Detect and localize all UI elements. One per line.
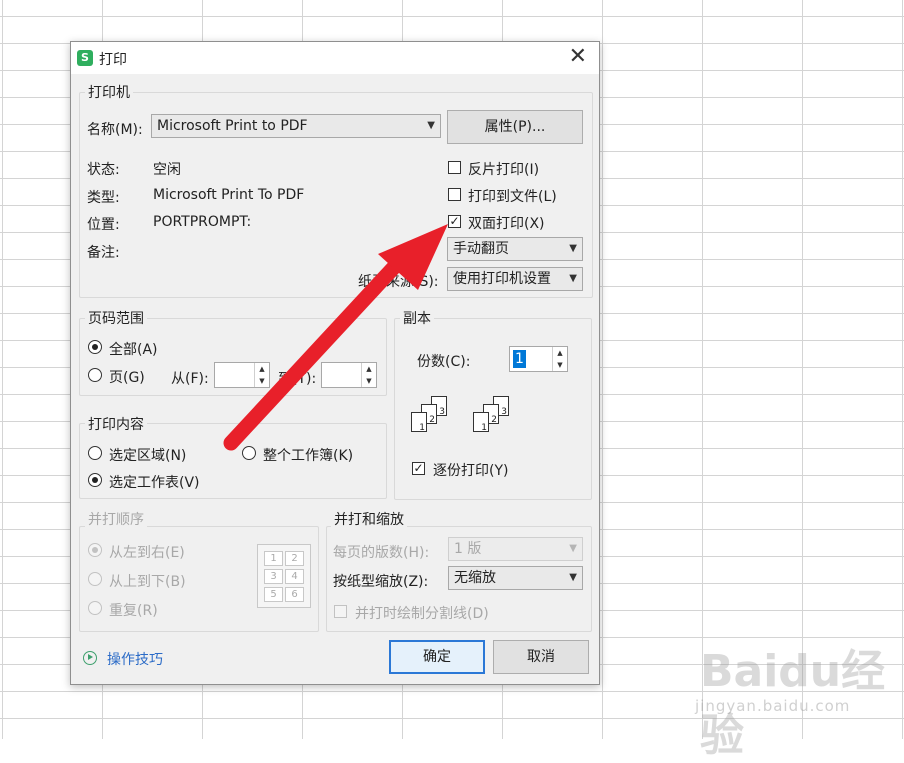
- duplex-print-checkbox[interactable]: ✓: [448, 215, 461, 228]
- scale-to-paper-value: 无缩放: [454, 570, 496, 586]
- page-from-stepper[interactable]: ▲ ▼: [214, 362, 270, 388]
- wps-sheet-icon: S: [77, 50, 93, 66]
- scale-to-paper-label: 按纸型缩放(Z):: [333, 574, 429, 590]
- page-range-all-label[interactable]: 全部(A): [109, 339, 158, 359]
- printer-comment-label: 备注:: [87, 245, 120, 261]
- reverse-print-checkbox[interactable]: [448, 161, 461, 174]
- printer-name-select[interactable]: Microsoft Print to PDF ▼: [151, 114, 441, 138]
- tips-link[interactable]: 操作技巧: [107, 649, 163, 669]
- page-from-label: 从(F):: [171, 371, 209, 387]
- chevron-down-icon: ▼: [427, 120, 435, 131]
- ok-button[interactable]: 确定: [389, 640, 485, 674]
- play-circle-icon[interactable]: [83, 651, 97, 665]
- draw-borders-label[interactable]: 并打时绘制分割线(D): [355, 603, 489, 623]
- print-order-preview: 1 2 3 4 5 6: [257, 544, 311, 608]
- stepper-arrows-icon[interactable]: ▲ ▼: [552, 347, 567, 371]
- scale-to-paper-select[interactable]: 无缩放 ▼: [448, 566, 583, 590]
- page-range-group-label: 页码范围: [85, 308, 147, 328]
- print-workbook-radio[interactable]: [242, 446, 256, 460]
- duplex-print-label[interactable]: 双面打印(X): [468, 213, 545, 233]
- print-order-group-label: 并打顺序: [85, 509, 147, 529]
- collated-copies-icon: 3 2 1: [473, 396, 523, 438]
- order-cell: 3: [264, 569, 283, 584]
- chevron-down-icon: ▼: [569, 243, 577, 254]
- printer-properties-button[interactable]: 属性(P)...: [447, 110, 583, 144]
- order-top-bottom-label[interactable]: 从上到下(B): [109, 571, 186, 591]
- dialog-titlebar: S 打印 ✕: [71, 42, 599, 74]
- baidu-watermark-url: jingyan.baidu.com: [695, 697, 851, 715]
- stepper-arrows-icon[interactable]: ▲ ▼: [361, 363, 376, 387]
- order-left-right-radio[interactable]: [88, 543, 102, 557]
- chevron-down-icon: ▼: [569, 273, 577, 284]
- page-to-label: 到(T):: [278, 371, 317, 387]
- chevron-down-icon: ▼: [569, 572, 577, 583]
- order-cell: 1: [264, 551, 283, 566]
- order-cell: 5: [264, 587, 283, 602]
- printer-type-label: 类型:: [87, 190, 120, 206]
- scaling-group-label: 并打和缩放: [331, 509, 407, 529]
- cancel-button[interactable]: 取消: [493, 640, 589, 674]
- page-1-icon: 1: [473, 412, 489, 433]
- printer-location-label: 位置:: [87, 217, 120, 233]
- chevron-down-icon: ▼: [569, 543, 577, 554]
- duplex-mode-select[interactable]: 手动翻页 ▼: [447, 237, 583, 261]
- paper-source-label: 纸张来源(S):: [358, 274, 439, 290]
- page-range-all-radio[interactable]: [88, 340, 102, 354]
- duplex-mode-value: 手动翻页: [453, 241, 509, 257]
- order-cell: 2: [285, 551, 304, 566]
- page-range-pages-label[interactable]: 页(G): [109, 367, 145, 387]
- printer-type-value: Microsoft Print To PDF: [153, 187, 305, 203]
- reverse-print-label[interactable]: 反片打印(I): [468, 159, 539, 179]
- order-repeat-label[interactable]: 重复(R): [109, 600, 158, 620]
- collated-copies-icon: 3 2 1: [411, 396, 461, 438]
- print-content-group-label: 打印内容: [85, 414, 147, 434]
- order-repeat-radio[interactable]: [88, 601, 102, 615]
- stepper-arrows-icon[interactable]: ▲ ▼: [254, 363, 269, 387]
- order-cell: 6: [285, 587, 304, 602]
- copies-count-value[interactable]: 1: [513, 350, 526, 368]
- page-range-pages-radio[interactable]: [88, 368, 102, 382]
- print-selected-sheet-label[interactable]: 选定工作表(V): [109, 472, 200, 492]
- print-selected-sheet-radio[interactable]: [88, 473, 102, 487]
- pages-per-sheet-value: 1 版: [454, 541, 482, 557]
- page-to-stepper[interactable]: ▲ ▼: [321, 362, 377, 388]
- order-top-bottom-radio[interactable]: [88, 572, 102, 586]
- print-to-file-checkbox[interactable]: [448, 188, 461, 201]
- copies-count-label: 份数(C):: [417, 354, 471, 370]
- paper-source-value: 使用打印机设置: [453, 271, 551, 287]
- print-dialog: S 打印 ✕ 打印机 名称(M): Microsoft Print to PDF…: [70, 41, 600, 685]
- printer-status-label: 状态:: [87, 162, 120, 178]
- printer-name-label: 名称(M):: [87, 122, 143, 138]
- order-left-right-label[interactable]: 从左到右(E): [109, 542, 185, 562]
- paper-source-select[interactable]: 使用打印机设置 ▼: [447, 267, 583, 291]
- collate-label[interactable]: 逐份打印(Y): [433, 460, 508, 480]
- copies-count-stepper[interactable]: 1 ▲ ▼: [509, 346, 568, 372]
- order-cell: 4: [285, 569, 304, 584]
- printer-location-value: PORTPROMPT:: [153, 214, 252, 230]
- collate-checkbox[interactable]: ✓: [412, 462, 425, 475]
- page-1-icon: 1: [411, 412, 427, 433]
- print-to-file-label[interactable]: 打印到文件(L): [468, 186, 557, 206]
- print-selection-radio[interactable]: [88, 446, 102, 460]
- pages-per-sheet-label: 每页的版数(H):: [333, 545, 430, 561]
- close-icon[interactable]: ✕: [569, 44, 587, 69]
- printer-status-value: 空闲: [153, 162, 181, 178]
- print-workbook-label[interactable]: 整个工作簿(K): [263, 445, 353, 465]
- printer-group-label: 打印机: [85, 82, 133, 102]
- printer-name-value: Microsoft Print to PDF: [157, 118, 308, 134]
- dialog-title: 打印: [99, 52, 127, 68]
- pages-per-sheet-select[interactable]: 1 版 ▼: [448, 537, 583, 561]
- print-selection-label[interactable]: 选定区域(N): [109, 445, 186, 465]
- draw-borders-checkbox[interactable]: [334, 605, 347, 618]
- copies-group-label: 副本: [400, 308, 434, 328]
